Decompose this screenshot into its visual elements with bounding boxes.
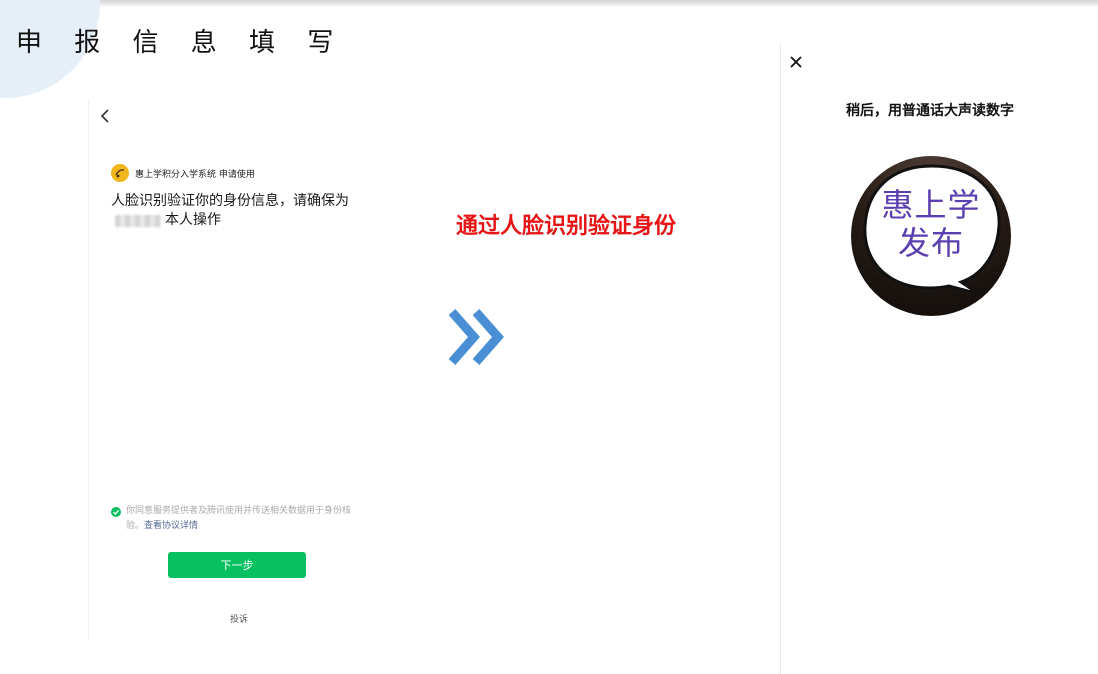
watermark-line-1: 惠上学 [881,186,981,224]
description-text-1: 人脸识别验证你的身份信息，请确保为 [111,193,349,209]
check-circle-icon[interactable] [111,507,121,517]
blurred-name [115,214,161,227]
center-caption: 通过人脸识别验证身份 [456,214,677,239]
watermark-text: 惠上学 发布 [871,186,991,262]
brand-row: 惠上学积分入学系统 申请使用 [111,164,255,182]
face-verify-start-screen: 惠上学积分入学系统 申请使用 人脸识别验证你的身份信息，请确保为本人操作 你同意… [88,100,389,640]
chevron-left-icon[interactable] [97,106,113,126]
agreement-text: 你同意服务提供者及腾讯使用并传送相关数据用于身份核验。查看协议详情 [111,504,361,534]
face-capture-screen: 稍后，用普通话大声读数字 惠上学 发布 [780,44,1098,674]
next-button[interactable]: 下一步 [168,552,306,578]
watermark-line-2: 发布 [897,224,964,262]
page-title: 申 报 信 息 填 写 [16,28,346,58]
agreement-row: 你同意服务提供者及腾讯使用并传送相关数据用于身份核验。查看协议详情 [111,504,361,534]
complain-link[interactable]: 投诉 [219,612,259,625]
page: 申 报 信 息 填 写 惠上学积分入学系统 申请使用 人脸识别验证你的身份信息，… [0,0,1098,674]
top-strip [0,0,1098,6]
close-icon[interactable] [789,54,803,68]
face-capture-circle: 惠上学 发布 [851,156,1011,316]
brand-text: 惠上学积分入学系统 申请使用 [135,169,255,180]
brand-logo-icon [111,164,129,182]
read-digits-instruction: 稍后，用普通话大声读数字 [846,103,1014,119]
description-text-2: 本人操作 [165,212,221,228]
agreement-link[interactable]: 查看协议详情 [144,521,198,531]
double-chevron-right-icon [446,306,510,368]
face-verify-description: 人脸识别验证你的身份信息，请确保为本人操作 [111,192,371,230]
